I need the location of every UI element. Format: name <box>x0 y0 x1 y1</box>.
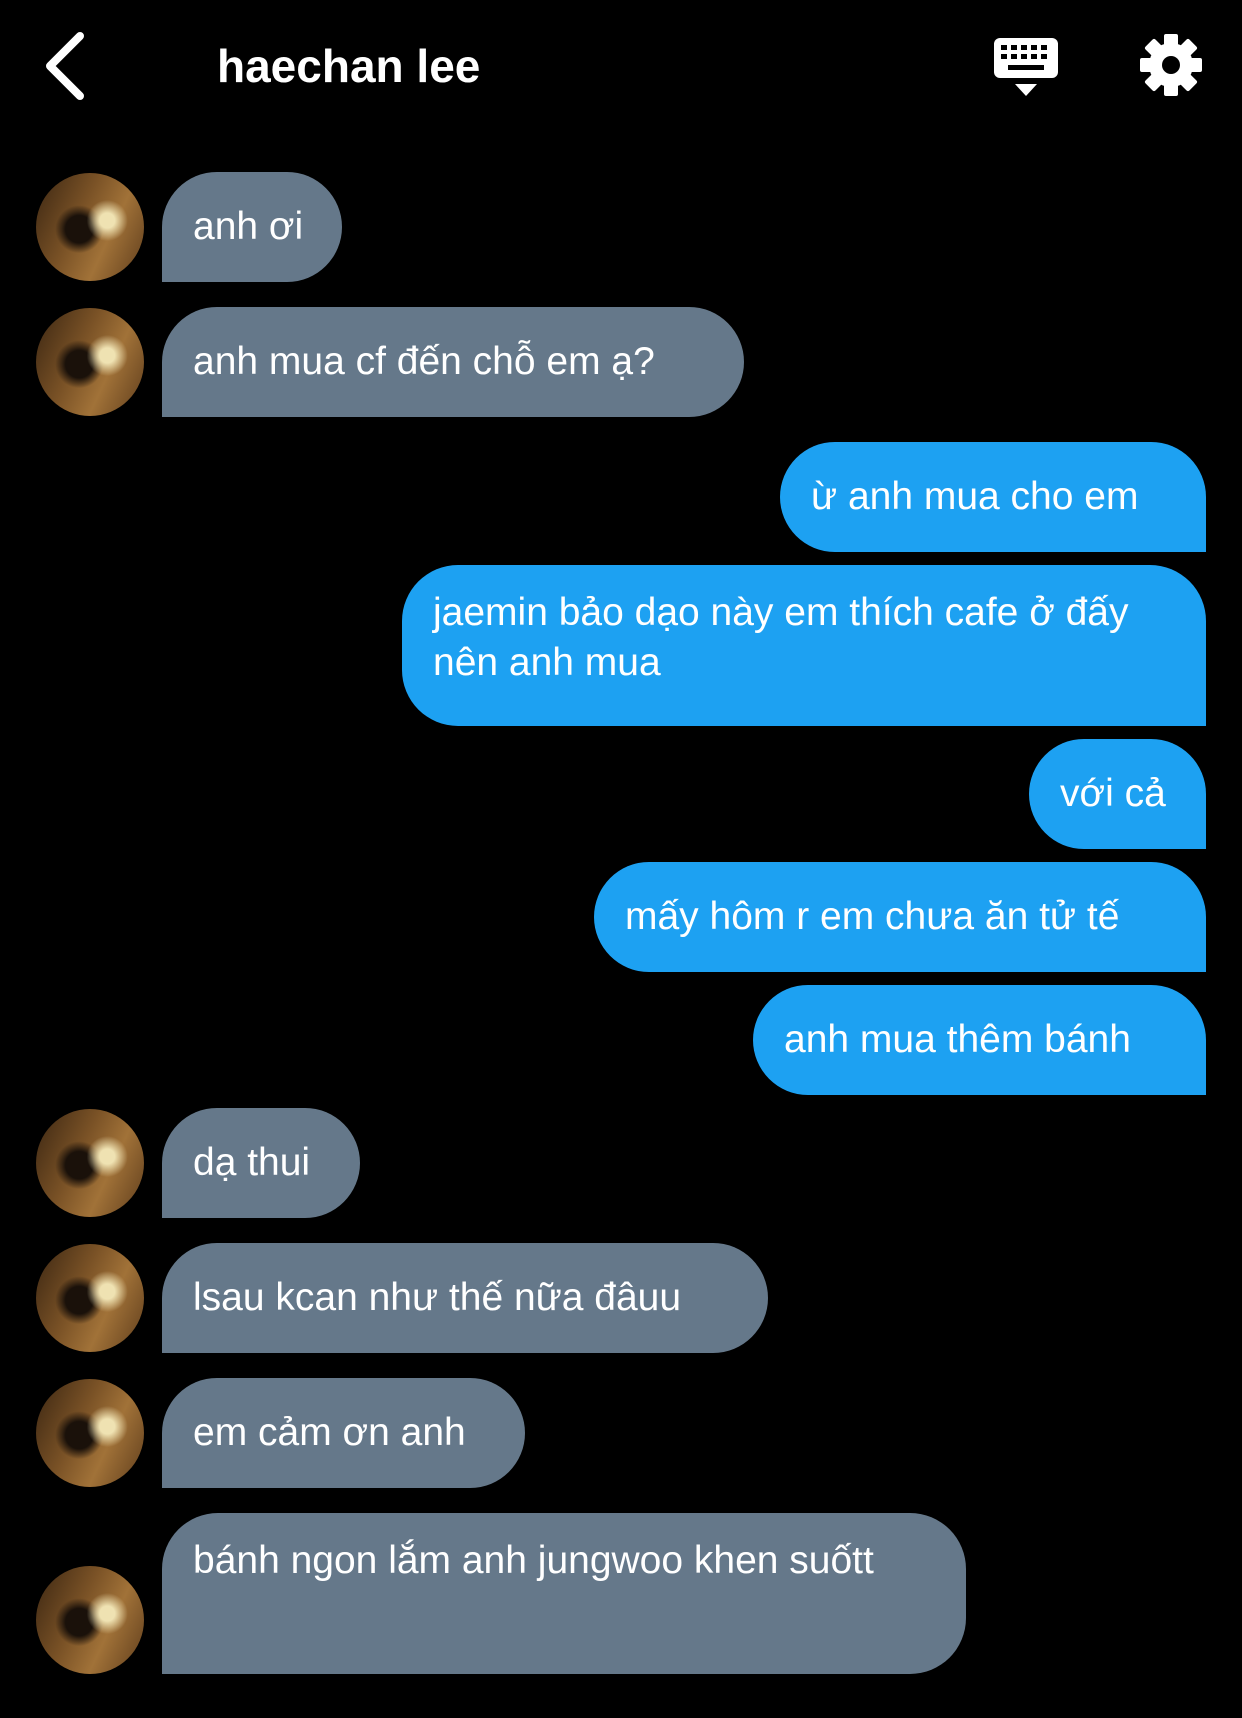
message-row: lsau kcan như thế nữa đâuu <box>0 1243 1242 1353</box>
outgoing-message-bubble[interactable]: anh mua thêm bánh <box>753 985 1206 1095</box>
incoming-message-bubble[interactable]: anh ơi <box>162 172 342 282</box>
chat-header: haechan lee <box>0 0 1242 140</box>
avatar[interactable] <box>36 1566 144 1674</box>
back-button[interactable] <box>40 28 100 104</box>
message-row: bánh ngon lắm anh jungwoo khen suốtt <box>0 1513 1242 1674</box>
outgoing-message-bubble[interactable]: với cả <box>1029 739 1206 849</box>
avatar[interactable] <box>36 1109 144 1217</box>
keyboard-toggle-button[interactable] <box>990 34 1062 100</box>
outgoing-message-bubble[interactable]: jaemin bảo dạo này em thích cafe ở đấy n… <box>402 565 1206 726</box>
message-row: với cả <box>0 739 1242 849</box>
message-row: anh mua cf đến chỗ em ạ? <box>0 307 1242 417</box>
message-row: em cảm ơn anh <box>0 1378 1242 1488</box>
message-row: ừ anh mua cho em <box>0 442 1242 552</box>
incoming-message-bubble[interactable]: em cảm ơn anh <box>162 1378 525 1488</box>
avatar[interactable] <box>36 1379 144 1487</box>
outgoing-message-bubble[interactable]: mấy hôm r em chưa ăn tử tế <box>594 862 1206 972</box>
message-row: anh mua thêm bánh <box>0 985 1242 1095</box>
message-row: jaemin bảo dạo này em thích cafe ở đấy n… <box>0 565 1242 726</box>
message-row: dạ thui <box>0 1108 1242 1218</box>
conversation-title: haechan lee <box>217 40 481 92</box>
incoming-message-bubble[interactable]: lsau kcan như thế nữa đâuu <box>162 1243 768 1353</box>
gear-icon <box>1140 34 1202 96</box>
incoming-message-bubble[interactable]: anh mua cf đến chỗ em ạ? <box>162 307 744 417</box>
incoming-message-bubble[interactable]: bánh ngon lắm anh jungwoo khen suốtt <box>162 1513 966 1674</box>
chevron-left-icon <box>46 32 84 100</box>
keyboard-icon <box>994 38 1058 96</box>
message-row: anh ơi <box>0 172 1242 282</box>
avatar[interactable] <box>36 173 144 281</box>
message-row: mấy hôm r em chưa ăn tử tế <box>0 862 1242 972</box>
avatar[interactable] <box>36 1244 144 1352</box>
avatar[interactable] <box>36 308 144 416</box>
incoming-message-bubble[interactable]: dạ thui <box>162 1108 360 1218</box>
settings-button[interactable] <box>1138 32 1204 98</box>
outgoing-message-bubble[interactable]: ừ anh mua cho em <box>780 442 1206 552</box>
